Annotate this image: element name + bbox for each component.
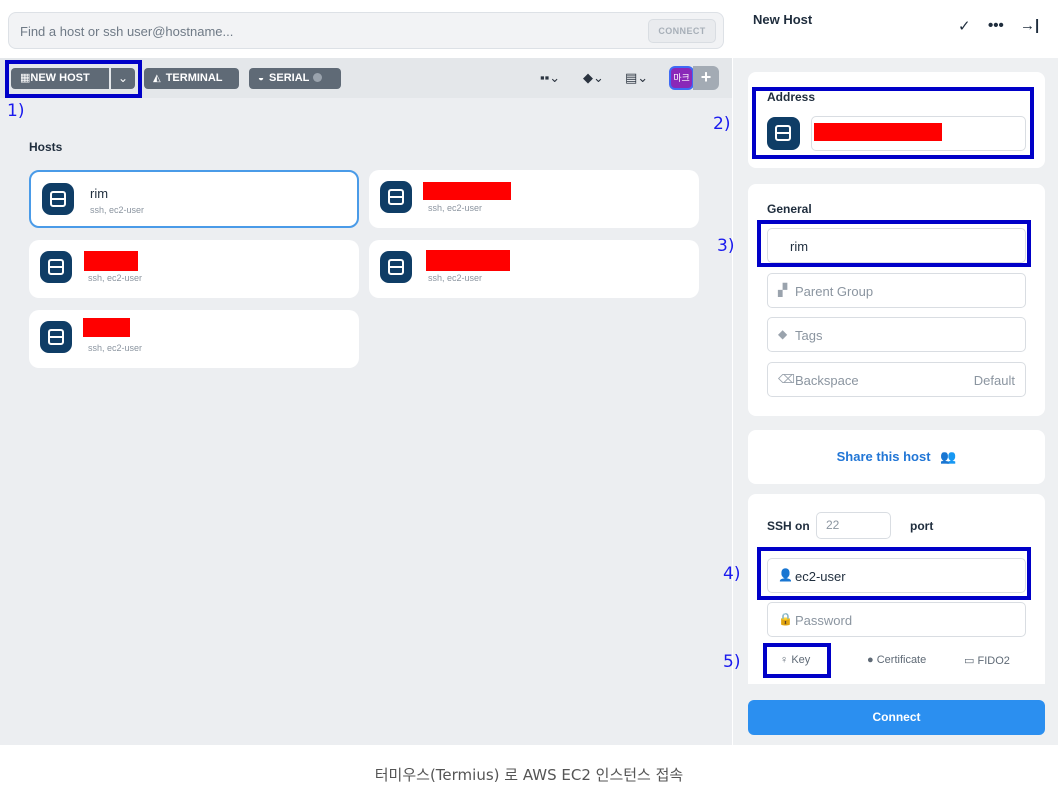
password-placeholder: Password	[795, 613, 853, 628]
host-details: ssh, ec2-user	[90, 205, 145, 215]
annotation-label-2: 2)	[713, 114, 731, 134]
host-details: ssh, ec2-user	[88, 343, 143, 353]
host-details: ssh, ec2-user	[88, 273, 143, 283]
serial-button[interactable]: ◒ SERIAL	[249, 68, 341, 89]
annotation-label-4: 4)	[723, 564, 741, 584]
host-details: ssh, ec2-user	[428, 203, 483, 213]
tags-input[interactable]: ◆ Tags	[767, 317, 1026, 352]
annotation-label-3: 3)	[717, 236, 735, 256]
annotation-box-5	[763, 643, 831, 678]
share-host-button[interactable]: Share this host 👥	[748, 430, 1045, 484]
annotation-box-2	[752, 87, 1034, 159]
top-bar: Find a host or ssh user@hostname... CONN…	[0, 0, 732, 58]
port-label: port	[910, 519, 934, 533]
ssh-on-label: SSH on	[767, 519, 810, 533]
info-dot-icon	[313, 73, 323, 82]
password-input[interactable]: 🔒 Password	[767, 602, 1026, 637]
annotation-label-5: 5)	[723, 652, 741, 672]
tag-icon: ◆	[778, 327, 788, 341]
host-card[interactable]: ssh, ec2-user	[369, 170, 699, 228]
fido2-tab[interactable]: ▭ FIDO2	[964, 654, 1010, 667]
parent-group-placeholder: Parent Group	[795, 284, 874, 299]
connect-button[interactable]: Connect	[748, 700, 1045, 735]
share-section: Share this host 👥	[748, 430, 1045, 484]
annotation-box-1	[5, 60, 142, 98]
search-placeholder: Find a host or ssh user@hostname...	[20, 24, 234, 39]
group-icon: ▞	[778, 283, 788, 297]
serial-label: SERIAL	[269, 72, 310, 84]
sort-icon[interactable]: ▤⌄	[625, 68, 648, 88]
collapse-panel-icon[interactable]: →|	[1020, 17, 1039, 34]
general-section: General rim ▞ Parent Group ◆ Tags ⌫ Back…	[748, 184, 1045, 416]
tag-filter-icon[interactable]: ◆⌄	[583, 68, 604, 88]
host-card[interactable]: ssh, ec2-user	[29, 240, 359, 298]
terminal-label: TERMINAL	[165, 72, 223, 84]
tags-placeholder: Tags	[795, 328, 823, 343]
terminal-icon: ◭	[153, 73, 161, 84]
host-name: rim	[90, 186, 109, 201]
annotation-label-1: 1)	[7, 101, 25, 121]
redacted-host-name	[84, 251, 138, 271]
certificate-tab[interactable]: ● Certificate	[867, 654, 926, 666]
server-icon	[40, 251, 72, 283]
certificate-icon: ●	[867, 654, 874, 666]
backspace-select[interactable]: ⌫ Backspace Default	[767, 362, 1026, 397]
grid-view-icon[interactable]: ▪▪⌄	[540, 68, 560, 88]
add-icon[interactable]: +	[693, 66, 719, 90]
redacted-host-name	[83, 318, 130, 337]
annotation-box-4	[757, 547, 1031, 600]
host-card[interactable]: rim ssh, ec2-user	[29, 170, 359, 228]
redacted-host-name	[423, 182, 511, 200]
fido2-tab-label: FIDO2	[977, 655, 1010, 667]
server-icon	[380, 181, 412, 213]
termius-window: Find a host or ssh user@hostname... CONN…	[0, 0, 1058, 745]
host-details: ssh, ec2-user	[428, 273, 483, 283]
panel-title: New Host	[753, 12, 813, 27]
port-input[interactable]: 22	[816, 512, 891, 539]
image-caption: 터미우스(Termius) 로 AWS EC2 인스턴스 접속	[374, 766, 684, 784]
more-icon[interactable]: •••	[988, 17, 1004, 34]
checkmark-icon[interactable]: ✓	[958, 17, 971, 35]
host-card[interactable]: ssh, ec2-user	[29, 310, 359, 368]
redacted-host-name	[426, 250, 510, 271]
server-icon	[42, 183, 74, 215]
general-heading: General	[767, 202, 812, 216]
server-icon	[380, 251, 412, 283]
backspace-icon: ⌫	[778, 372, 795, 386]
fido-key-icon: ▭	[964, 655, 975, 667]
quick-connect-button[interactable]: CONNECT	[648, 19, 716, 43]
share-label: Share this host	[836, 449, 931, 464]
backspace-label: Backspace	[795, 373, 859, 388]
annotation-box-3	[757, 220, 1031, 267]
hosts-heading: Hosts	[29, 140, 63, 154]
certificate-tab-label: Certificate	[876, 654, 927, 666]
search-input[interactable]: Find a host or ssh user@hostname... CONN…	[8, 12, 724, 49]
server-icon	[40, 321, 72, 353]
main-area: Find a host or ssh user@hostname... CONN…	[0, 0, 732, 745]
terminal-button[interactable]: ◭ TERMINAL	[144, 68, 239, 89]
parent-group-input[interactable]: ▞ Parent Group	[767, 273, 1026, 308]
serial-port-icon: ◒	[258, 73, 265, 84]
host-card[interactable]: ssh, ec2-user	[369, 240, 699, 298]
users-icon: 👥	[940, 449, 957, 464]
lock-icon: 🔒	[778, 612, 793, 626]
avatar[interactable]: 마크	[669, 66, 694, 90]
panel-header: New Host ✓ ••• →|	[733, 0, 1058, 58]
backspace-value: Default	[973, 373, 1015, 388]
